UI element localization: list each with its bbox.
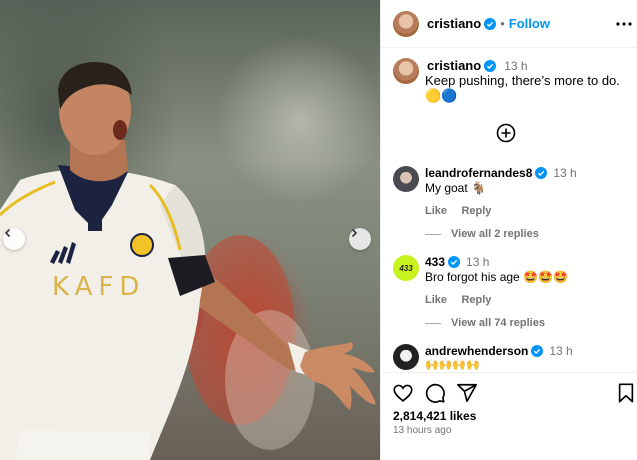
comment-actions: Like Reply — [425, 290, 491, 308]
post-timestamp: 13 hours ago — [393, 425, 452, 436]
post-sidebar: cristiano • Follow cristiano 13 h Keep p… — [380, 0, 637, 460]
caption-text: Keep pushing, there’s more to do. 🟡🔵 — [425, 73, 620, 103]
author-info: cristiano • Follow — [427, 16, 550, 31]
comment-avatar[interactable] — [393, 344, 419, 370]
caption-header: cristiano 13 h — [427, 58, 528, 73]
bookmark-icon[interactable] — [616, 382, 636, 404]
comment-text: 🙌🙌🙌🙌 — [425, 359, 480, 371]
heart-icon[interactable] — [392, 382, 414, 404]
comment-time: 13 h — [549, 344, 573, 358]
view-replies-button[interactable]: View all 2 replies — [425, 228, 539, 240]
likes-count[interactable]: 2,814,421 likes — [393, 409, 476, 423]
add-comment-icon[interactable] — [496, 123, 516, 143]
verified-icon — [448, 256, 461, 268]
comment-header: 433 13 h — [425, 255, 489, 269]
divider-line — [425, 233, 441, 235]
comment-time: 13 h — [553, 166, 577, 180]
next-photo-button[interactable] — [349, 228, 371, 250]
comment-header: leandrofernandes8 13 h — [425, 166, 577, 180]
view-replies-label: View all 2 replies — [451, 228, 539, 240]
comment-avatar[interactable] — [393, 166, 419, 192]
comment-like-button[interactable]: Like — [425, 205, 447, 217]
comment-reply-button[interactable]: Reply — [461, 205, 491, 217]
follow-button[interactable]: Follow — [509, 16, 550, 31]
comment-username[interactable]: leandrofernandes8 — [425, 166, 532, 180]
post-header: cristiano • Follow — [381, 0, 637, 48]
verified-icon — [535, 167, 548, 179]
comment-reply-button[interactable]: Reply — [461, 294, 491, 306]
separator-dot: • — [500, 16, 505, 31]
comment-time: 13 h — [466, 255, 490, 269]
caption-author-avatar[interactable] — [393, 58, 419, 84]
avatar-logo-text: 433 — [399, 263, 413, 273]
chevron-right-icon — [351, 228, 358, 238]
comment-header: andrewhenderson 13 h — [425, 344, 573, 358]
previous-photo-button[interactable] — [3, 228, 25, 250]
comment-icon[interactable] — [424, 382, 446, 404]
view-replies-label: View all 74 replies — [451, 317, 545, 329]
caption-time: 13 h — [504, 58, 528, 73]
more-icon[interactable] — [615, 15, 633, 33]
author-username[interactable]: cristiano — [427, 16, 481, 31]
comment-text: My goat 🐐 — [425, 181, 486, 195]
verified-icon — [484, 17, 497, 30]
shirt-sponsor-text: KAFD — [52, 272, 146, 302]
post-actions-bar: 2,814,421 likes 13 hours ago — [381, 372, 637, 460]
player-illustration — [0, 62, 376, 460]
comment-username[interactable]: andrewhenderson — [425, 344, 528, 358]
chevron-left-icon — [4, 228, 11, 238]
verified-icon — [484, 59, 497, 72]
caption-username[interactable]: cristiano — [427, 58, 481, 73]
comment-username[interactable]: 433 — [425, 255, 445, 269]
author-avatar[interactable] — [393, 11, 419, 37]
verified-icon — [531, 345, 544, 357]
comment-text: Bro forgot his age 🤩🤩🤩 — [425, 270, 568, 284]
comment-actions: Like Reply — [425, 201, 491, 219]
share-icon[interactable] — [456, 382, 478, 404]
view-replies-button[interactable]: View all 74 replies — [425, 317, 545, 329]
post-photo: KAFD — [0, 0, 380, 460]
comment-avatar[interactable]: 433 — [393, 255, 419, 281]
divider-line — [425, 322, 441, 324]
comment-like-button[interactable]: Like — [425, 294, 447, 306]
